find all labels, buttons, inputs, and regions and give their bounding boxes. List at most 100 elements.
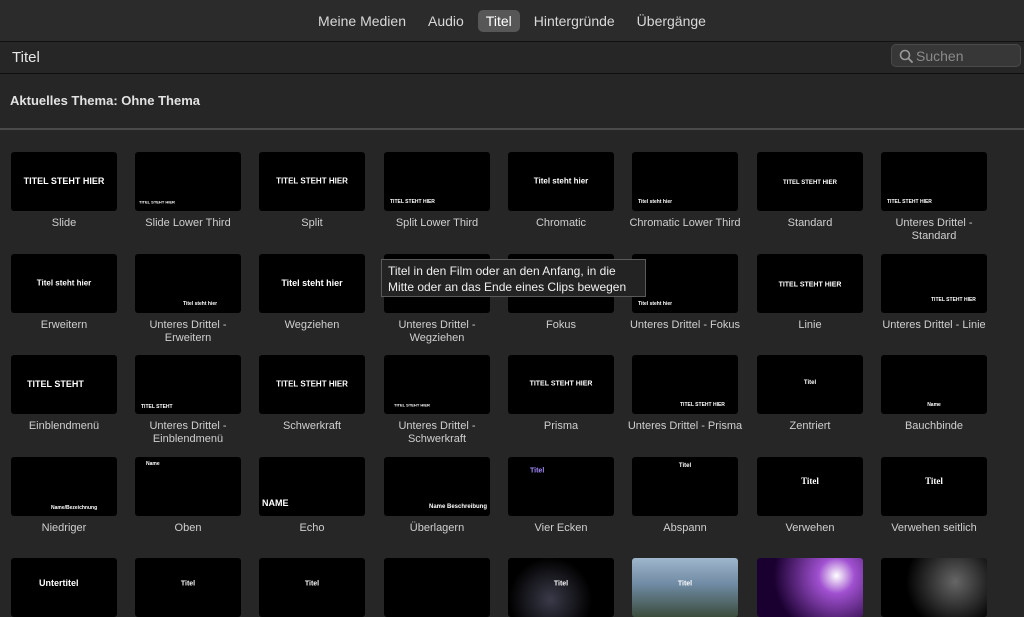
title-tile[interactable]: Titel steht hier Chromatic Lower Third [629,152,741,230]
title-tile[interactable]: TITEL STEHT HIER Schwerkraft [259,355,365,433]
tab-audio[interactable]: Audio [420,10,472,32]
title-thumbnail[interactable]: NAME [259,457,365,516]
title-thumbnail[interactable]: Titel [632,457,738,516]
title-tile[interactable]: Titel [135,558,241,617]
title-tile[interactable]: TITEL STEHT HIER Slide Lower Third [135,152,241,230]
title-thumbnail[interactable]: TITEL STEHT HIER [384,355,490,414]
title-thumbnail[interactable]: TITEL STEHT HIER [259,355,365,414]
thumbnail-text: Titel steht hier [533,176,589,186]
title-tile[interactable]: TITEL STEHT HIER Unteres Drittel - Standa… [881,152,987,243]
title-tile[interactable]: Titel [508,558,614,617]
title-thumbnail[interactable]: TITEL STEHT HIER [881,152,987,211]
title-thumbnail[interactable] [757,558,863,617]
title-tile[interactable]: TITEL STEHT HIER Standard [757,152,863,230]
title-thumbnail[interactable]: Titel [508,457,614,516]
title-thumbnail[interactable]: TITEL STEHT HIER [135,152,241,211]
title-thumbnail[interactable]: Titel [135,558,241,617]
title-tile-label: Überlagern [409,522,465,534]
title-thumbnail[interactable]: Name [135,457,241,516]
title-thumbnail[interactable] [881,558,987,617]
title-tile[interactable]: Name Oben [135,457,241,535]
title-tile[interactable]: Titel steht hier Erweitern [11,254,117,332]
title-tile[interactable]: Titel steht hier Unteres Drittel - Erweit… [135,254,241,345]
title-tile[interactable]: TITEL STEHT HIER Slide [11,152,117,230]
thumbnail-text: Name [927,402,941,408]
title-thumbnail[interactable]: Titel steht hier [259,254,365,313]
title-thumbnail[interactable]: TITEL STEHT HIER [11,152,117,211]
title-tile[interactable]: TITEL STEHT HIER Unteres Drittel - Schwer… [384,355,490,446]
title-tile-label: Fokus [546,319,576,331]
title-thumbnail[interactable]: TITEL STEHT HIER [632,355,738,414]
title-thumbnail[interactable]: TITEL STEHT HIER [757,254,863,313]
title-tile[interactable]: Name Bauchbinde [881,355,987,433]
title-tile[interactable]: Titel steht hier Wegziehen [259,254,365,332]
title-tile[interactable]: Titel steht hier Unteres Drittel - Fokus [630,254,740,332]
title-thumbnail[interactable]: Titel [508,558,614,617]
title-tile[interactable]: TITEL STEHT HIER Unteres Drittel - Linie [881,254,987,332]
title-thumbnail[interactable]: Titel [757,355,863,414]
title-thumbnail[interactable]: Name/Bezeichnung [11,457,117,516]
title-thumbnail[interactable]: TITEL STEHT HIER [384,152,490,211]
thumbnail-text: Titel steht hier [183,301,218,307]
thumbnail-text: Titel [304,580,320,588]
title-thumbnail[interactable]: Titel [632,558,738,617]
title-tile[interactable]: Titel Vier Ecken [508,457,614,535]
title-tile[interactable] [757,558,863,617]
title-thumbnail[interactable]: Untertitel [11,558,117,617]
title-thumbnail[interactable]: Titel steht hier [11,254,117,313]
title-tile[interactable]: Titel Verwehen seitlich [881,457,987,535]
title-thumbnail[interactable]: Titel [757,457,863,516]
title-thumbnail[interactable]: TITEL STEHT [11,355,117,414]
title-tile[interactable]: TITEL STEHT HIER Split [259,152,365,230]
title-thumbnail[interactable]: Titel steht hier [508,152,614,211]
title-tile[interactable]: Titel steht hier Chromatic [508,152,614,230]
title-thumbnail[interactable]: Titel steht hier [632,152,738,211]
title-tile[interactable]: TITEL STEHT Unteres Drittel - Einblendmen… [135,355,241,446]
title-tile[interactable]: TITEL STEHT HIER Prisma [508,355,614,433]
title-tile[interactable] [384,558,490,617]
thumbnail-text: Titel steht hier [281,278,343,288]
section-divider [0,128,1024,130]
title-thumbnail[interactable]: Titel steht hier [135,254,241,313]
title-tile[interactable]: Titel [632,558,738,617]
title-tile[interactable]: Titel Abspann [632,457,738,535]
title-tile[interactable]: TITEL STEHT HIER Split Lower Third [384,152,490,230]
thumbnail-text: TITEL STEHT HIER [23,176,105,186]
title-tile[interactable]: TITEL STEHT HIER Linie [757,254,863,332]
search-field[interactable] [891,44,1021,67]
tab-hintergruende[interactable]: Hintergründe [526,10,623,32]
title-thumbnail[interactable]: Titel [881,457,987,516]
top-tab-bar: Meine Medien Audio Titel Hintergründe Üb… [0,0,1024,42]
tab-titel[interactable]: Titel [477,9,520,32]
title-tile[interactable]: NAME Echo [259,457,365,535]
title-tile[interactable]: Titel Zentriert [757,355,863,433]
title-tile[interactable]: TITEL STEHT Einblendmenü [11,355,117,433]
thumbnail-text: Titel [180,580,196,588]
title-tile[interactable]: Untertitel [11,558,117,617]
title-thumbnail[interactable]: TITEL STEHT HIER [508,355,614,414]
title-tile[interactable]: Titel Verwehen [757,457,863,535]
title-tile[interactable]: Titel [259,558,365,617]
title-tile-label: Unteres Drittel - Erweitern [149,319,227,344]
title-thumbnail[interactable]: Name [881,355,987,414]
thumbnail-text: TITEL STEHT HIER [931,297,976,303]
thumbnail-text: TITEL STEHT HIER [276,176,348,186]
thumbnail-text: Name/Bezeichnung [51,505,98,511]
title-tile[interactable]: TITEL STEHT HIER Unteres Drittel - Prisma [628,355,742,433]
title-thumbnail[interactable]: Titel [259,558,365,617]
title-thumbnail[interactable]: TITEL STEHT HIER [881,254,987,313]
title-thumbnail[interactable]: TITEL STEHT HIER [259,152,365,211]
title-thumbnail[interactable]: TITEL STEHT HIER [757,152,863,211]
title-tile-label: Unteres Drittel - Prisma [627,420,743,432]
title-thumbnail[interactable] [384,558,490,617]
tab-uebergaenge[interactable]: Übergänge [629,10,714,32]
title-tile[interactable]: Name/Bezeichnung Niedriger [11,457,117,535]
title-thumbnail[interactable]: Titel steht hier [632,254,738,313]
title-tile-label: Oben [174,522,202,534]
search-input[interactable] [916,46,1016,65]
title-tile[interactable] [881,558,987,617]
title-thumbnail[interactable]: TITEL STEHT [135,355,241,414]
tab-meine-medien[interactable]: Meine Medien [310,10,414,32]
title-tile[interactable]: Name Beschreibung Überlagern [384,457,490,535]
title-thumbnail[interactable]: Name Beschreibung [384,457,490,516]
